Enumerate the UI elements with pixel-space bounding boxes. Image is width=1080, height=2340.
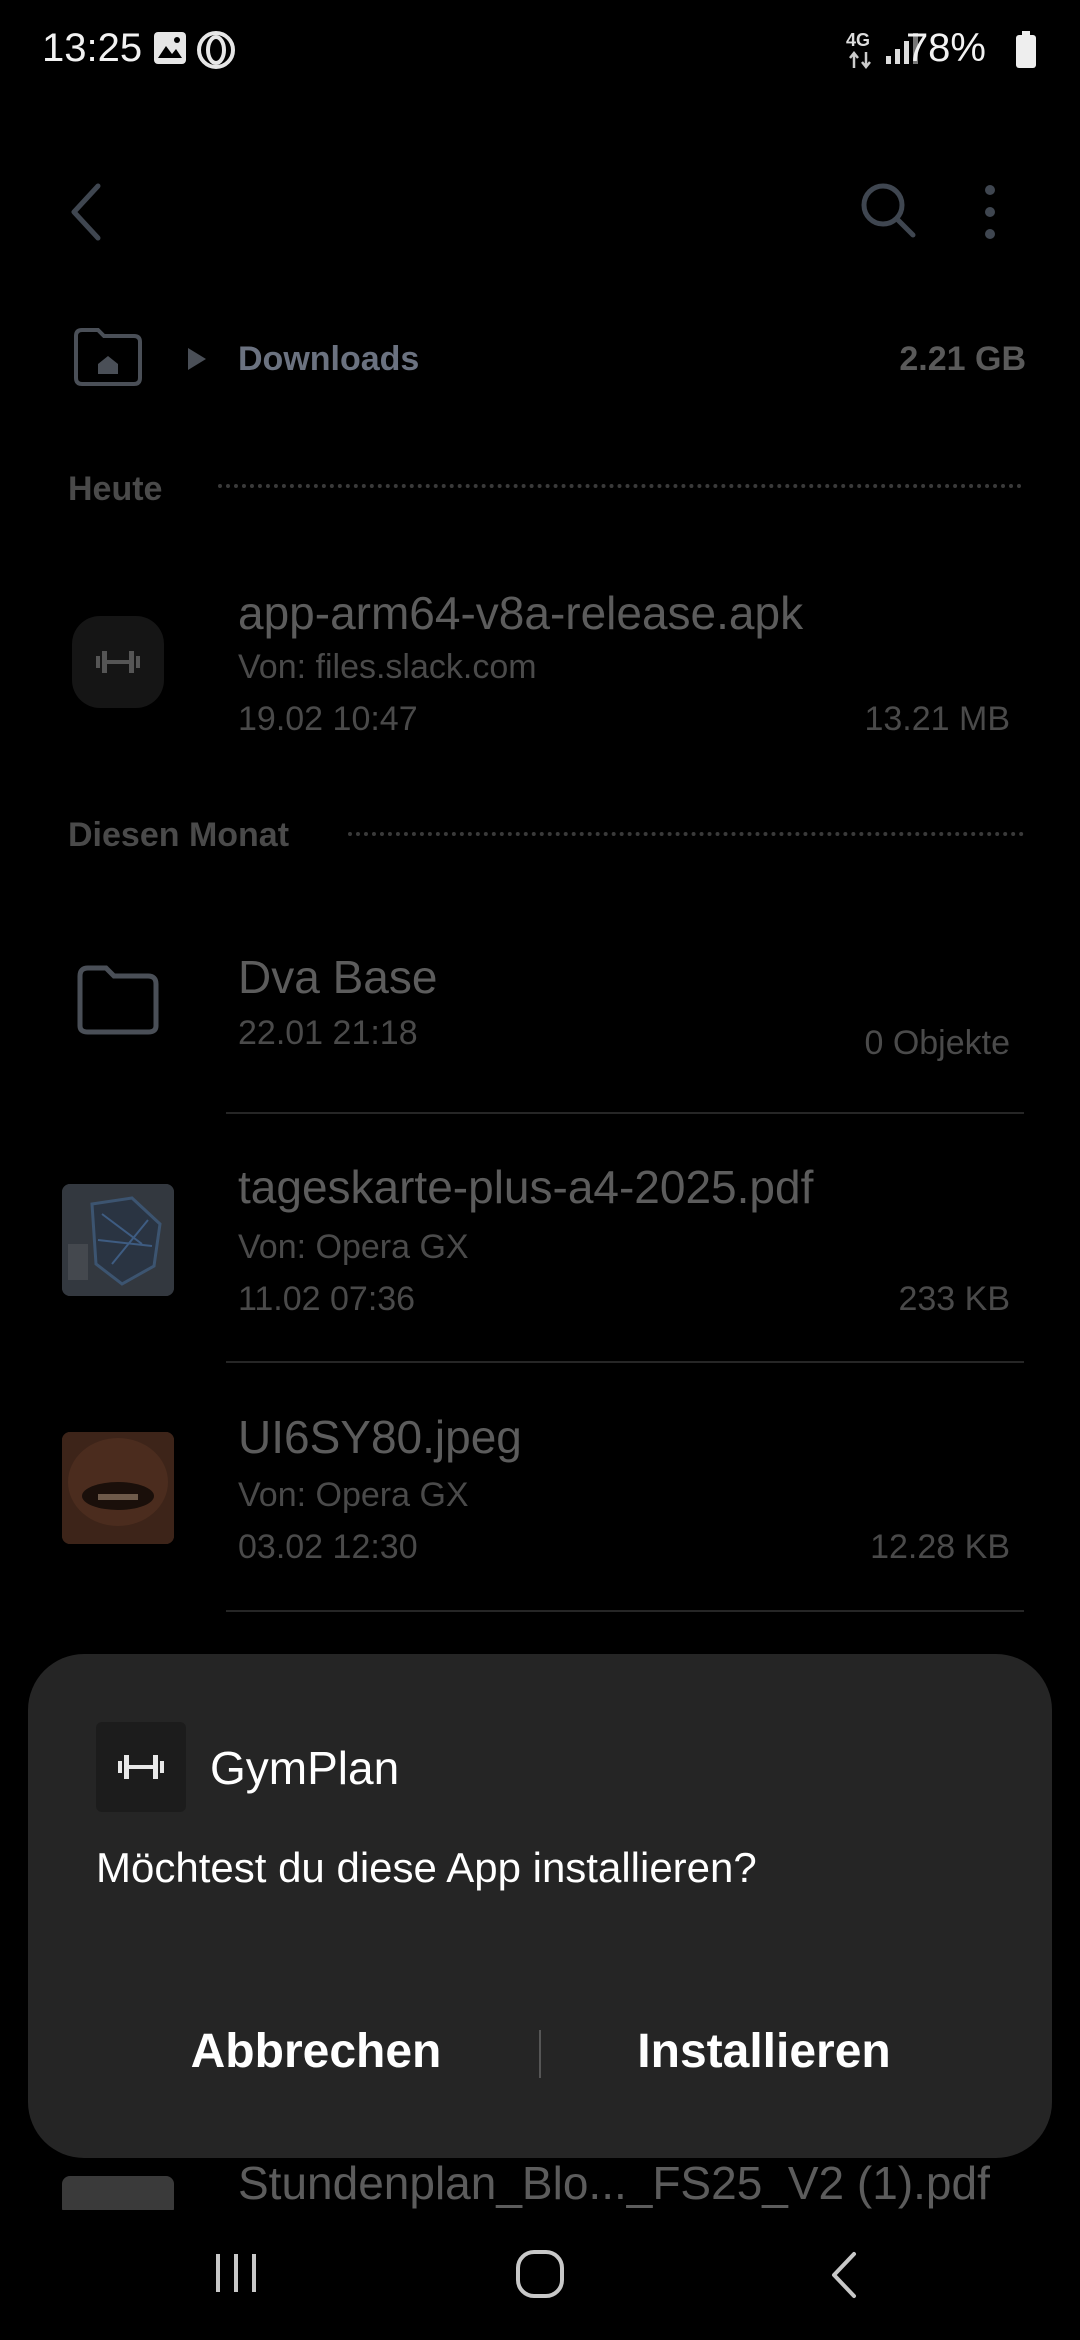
pdf-thumbnail [62, 1184, 174, 1296]
opera-notification-icon [197, 31, 235, 69]
breadcrumb-folder[interactable]: Downloads [238, 340, 419, 379]
home-icon[interactable] [72, 326, 144, 386]
file-date: 03.02 12:30 [238, 1528, 418, 1566]
file-date: 11.02 07:36 [238, 1280, 416, 1318]
list-divider [226, 1361, 1024, 1363]
app-icon [96, 1722, 186, 1812]
dialog-question: Möchtest du diese App installieren? [96, 1844, 757, 1891]
pdf-thumbnail [62, 2176, 174, 2210]
file-date: 19.02 10:47 [238, 700, 418, 738]
list-divider [226, 1610, 1024, 1612]
system-nav-bar [0, 2210, 1080, 2340]
back-arrow-icon[interactable] [66, 182, 106, 242]
dialog-app-name: GymPlan [210, 1742, 400, 1794]
file-item-folder[interactable]: Dva Base 22.01 21:18 0 Objekte [0, 940, 1080, 1090]
file-source: Von: Opera GX [238, 1476, 469, 1514]
file-name: tageskarte-plus-a4-2025.pdf [238, 1161, 814, 1213]
file-size: 12.28 KB [870, 1528, 1010, 1566]
install-button[interactable]: Installieren [544, 2024, 984, 2079]
search-icon[interactable] [858, 180, 918, 240]
storage-size: 2.21 GB [899, 340, 1026, 378]
battery-icon [1016, 31, 1036, 68]
dumbbell-icon [96, 651, 140, 673]
file-source: Von: files.slack.com [238, 648, 537, 686]
file-size: 13.21 MB [864, 700, 1010, 738]
section-divider [218, 484, 1022, 488]
section-header-this-month: Diesen Monat [68, 816, 290, 854]
more-vert-icon[interactable] [980, 182, 1000, 242]
button-separator [539, 2030, 541, 2078]
image-thumbnail [62, 1432, 174, 1544]
file-item-count: 0 Objekte [864, 1024, 1010, 1062]
photo-thumbnail-icon [62, 1432, 174, 1544]
file-name: app-arm64-v8a-release.apk [238, 587, 804, 639]
app-top-bar [0, 150, 1080, 270]
status-bar: 13:25 4G 78% [0, 0, 1080, 100]
data-arrows-icon [849, 50, 871, 70]
recent-apps-icon[interactable] [212, 2250, 262, 2296]
file-size: 233 KB [898, 1280, 1010, 1318]
battery-level: 78% [905, 26, 986, 70]
file-item-pdf-2[interactable]: Stundenplan_Blo..._FS25_V2 (1).pdf [0, 2160, 1080, 2210]
map-thumbnail-icon [62, 1184, 174, 1296]
file-name: Stundenplan_Blo..._FS25_V2 (1).pdf [238, 2160, 990, 2209]
section-header-today: Heute [68, 470, 163, 508]
file-date: 22.01 21:18 [238, 1014, 418, 1052]
file-source: Von: Opera GX [238, 1228, 469, 1266]
file-item-pdf[interactable]: tageskarte-plus-a4-2025.pdf Von: Opera G… [0, 1160, 1080, 1330]
section-divider [348, 832, 1024, 836]
home-nav-icon[interactable] [514, 2248, 566, 2300]
file-item-apk[interactable]: app-arm64-v8a-release.apk Von: files.sla… [0, 580, 1080, 750]
folder-icon [77, 965, 159, 1035]
cancel-button[interactable]: Abbrechen [96, 2024, 536, 2079]
back-nav-icon[interactable] [826, 2250, 862, 2300]
file-name: Dva Base [238, 951, 438, 1003]
gallery-notification-icon [154, 32, 186, 64]
file-item-jpeg[interactable]: UI6SY80.jpeg Von: Opera GX 03.02 12:30 1… [0, 1408, 1080, 1578]
status-time: 13:25 [42, 26, 143, 70]
app-icon [72, 616, 164, 708]
chevron-right-icon [188, 348, 206, 370]
dumbbell-icon [118, 1755, 164, 1779]
list-divider [226, 1112, 1024, 1114]
file-name: UI6SY80.jpeg [238, 1411, 522, 1463]
network-type-label: 4G [846, 30, 871, 50]
